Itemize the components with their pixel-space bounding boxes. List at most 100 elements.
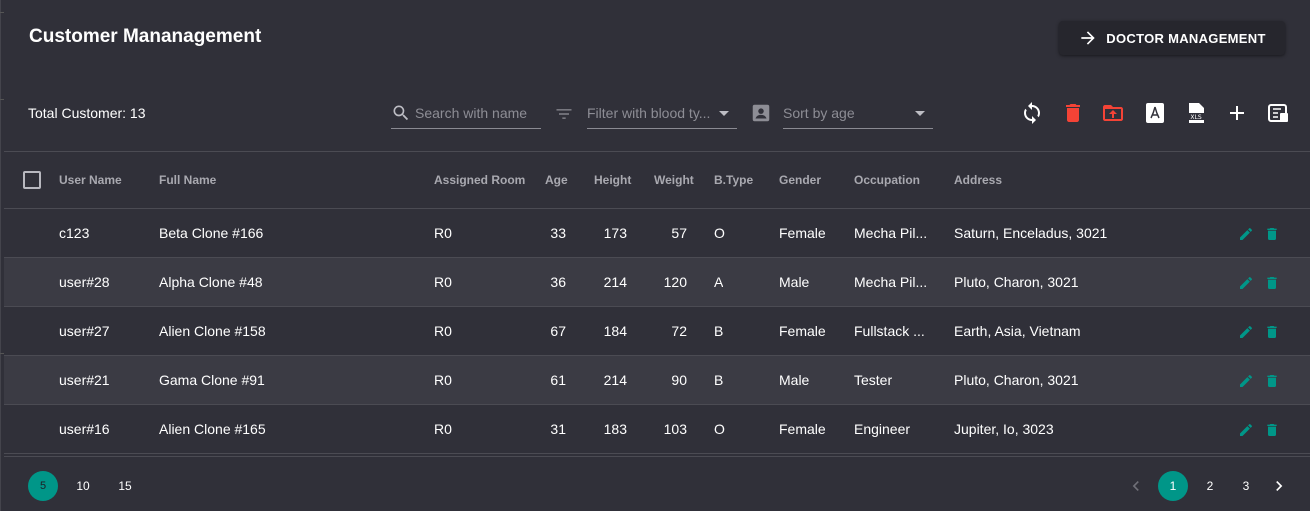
cell-full-name: Alpha Clone #48 [159,274,263,290]
cell-address: Saturn, Enceladus, 3021 [954,225,1108,241]
page-3[interactable]: 3 [1231,471,1261,501]
page-1[interactable]: 1 [1158,471,1188,501]
row-actions [1238,373,1280,389]
xls-icon[interactable]: XLS [1184,101,1208,125]
cell-age: 31 [550,421,566,437]
cell-address: Pluto, Charon, 3021 [954,372,1079,388]
cell-occupation: Mecha Pil... [854,225,928,241]
col-age[interactable]: Age [545,173,568,187]
col-btype[interactable]: B.Type [714,173,753,187]
table-row[interactable]: user#21 Gama Clone #91 R0 61 214 90 B Ma… [4,356,1310,405]
page-size-10[interactable]: 10 [68,471,98,501]
table-row[interactable]: user#16 Alien Clone #165 R0 31 183 103 O… [4,405,1310,454]
cell-height: 173 [603,225,627,241]
delete-all-icon[interactable] [1061,101,1085,125]
cell-full-name: Alien Clone #158 [159,323,266,339]
doctor-management-button[interactable]: DOCTOR MANAGEMENT [1059,21,1285,55]
cell-room: R0 [434,421,452,437]
cell-full-name: Alien Clone #165 [159,421,266,437]
table-row[interactable]: user#28 Alpha Clone #48 R0 36 214 120 A … [4,258,1310,307]
chevron-left-icon[interactable] [1126,476,1146,496]
sort-by-age-select[interactable]: Sort by age [783,98,933,129]
delete-icon[interactable] [1264,373,1280,389]
edit-icon[interactable] [1238,373,1254,389]
col-user-name[interactable]: User Name [59,173,122,187]
cell-weight: 57 [671,225,687,241]
cell-gender: Female [779,323,826,339]
select-all-checkbox[interactable] [23,171,41,189]
filter-icon [556,109,572,119]
chevron-right-icon[interactable] [1269,476,1289,496]
edit-icon[interactable] [1238,226,1254,242]
svg-text:XLS: XLS [1190,114,1201,121]
cell-height: 183 [603,421,627,437]
cell-user-name: user#16 [59,421,110,437]
cell-gender: Female [779,421,826,437]
cell-height: 214 [603,372,627,388]
blood-type-filter[interactable]: Filter with blood ty... [587,98,737,129]
cell-height: 184 [603,323,627,339]
cell-btype: B [714,372,724,388]
view-columns-icon[interactable] [1266,101,1290,125]
cell-weight: 120 [663,274,687,290]
page-title: Customer Mananagement [29,26,262,47]
cell-weight: 90 [671,372,687,388]
col-weight[interactable]: Weight [654,173,694,187]
chevron-down-icon [719,111,729,116]
cell-room: R0 [434,372,452,388]
cell-occupation: Fullstack ... [854,323,925,339]
col-full-name[interactable]: Full Name [159,173,216,187]
footer-divider [4,456,1310,457]
cell-address: Jupiter, Io, 3023 [954,421,1054,437]
cell-user-name: user#27 [59,323,110,339]
col-assigned-room[interactable]: Assigned Room [434,173,525,187]
cell-btype: B [714,323,724,339]
col-height[interactable]: Height [594,173,631,187]
page-size-15[interactable]: 15 [110,471,140,501]
cell-weight: 72 [671,323,687,339]
blood-filter-placeholder: Filter with blood ty... [587,105,711,121]
col-gender[interactable]: Gender [779,173,821,187]
add-icon[interactable] [1225,101,1249,125]
page-size-5[interactable]: 5 [28,471,58,501]
cell-occupation: Engineer [854,421,911,437]
refresh-icon[interactable] [1020,101,1044,125]
pdf-icon[interactable] [1143,101,1167,125]
cell-user-name: user#21 [59,372,110,388]
col-address[interactable]: Address [954,173,1002,187]
total-customer-count: Total Customer: 13 [28,105,146,121]
col-occupation[interactable]: Occupation [854,173,920,187]
edit-icon[interactable] [1238,422,1254,438]
search-input[interactable]: Search with name [391,98,541,129]
cell-gender: Female [779,225,826,241]
cell-btype: A [714,274,724,290]
doctor-management-label: DOCTOR MANAGEMENT [1106,30,1266,46]
edge-mark [0,12,4,13]
cell-weight: 103 [663,421,687,437]
cell-age: 67 [550,323,566,339]
cell-user-name: user#28 [59,274,110,290]
edit-icon[interactable] [1238,324,1254,340]
cell-occupation: Mecha Pil... [854,274,928,290]
cell-occupation: Tester [854,372,893,388]
table-row[interactable]: user#27 Alien Clone #158 R0 67 184 72 B … [4,307,1310,356]
cell-room: R0 [434,274,452,290]
cell-btype: O [714,421,725,437]
row-actions [1238,226,1280,242]
table-header: User Name Full Name Assigned Room Age He… [4,152,1310,209]
cell-age: 36 [550,274,566,290]
upload-folder-icon[interactable] [1101,101,1125,125]
search-placeholder: Search with name [415,105,528,121]
delete-icon[interactable] [1264,422,1280,438]
delete-icon[interactable] [1264,324,1280,340]
cell-full-name: Gama Clone #91 [159,372,265,388]
edit-icon[interactable] [1238,275,1254,291]
delete-icon[interactable] [1264,226,1280,242]
customer-table: User Name Full Name Assigned Room Age He… [4,151,1310,456]
page-2[interactable]: 2 [1195,471,1225,501]
row-actions [1238,324,1280,340]
row-actions [1238,275,1280,291]
delete-icon[interactable] [1264,275,1280,291]
table-row[interactable]: c123 Beta Clone #166 R0 33 173 57 O Fema… [4,209,1310,258]
chevron-down-icon [915,111,925,116]
